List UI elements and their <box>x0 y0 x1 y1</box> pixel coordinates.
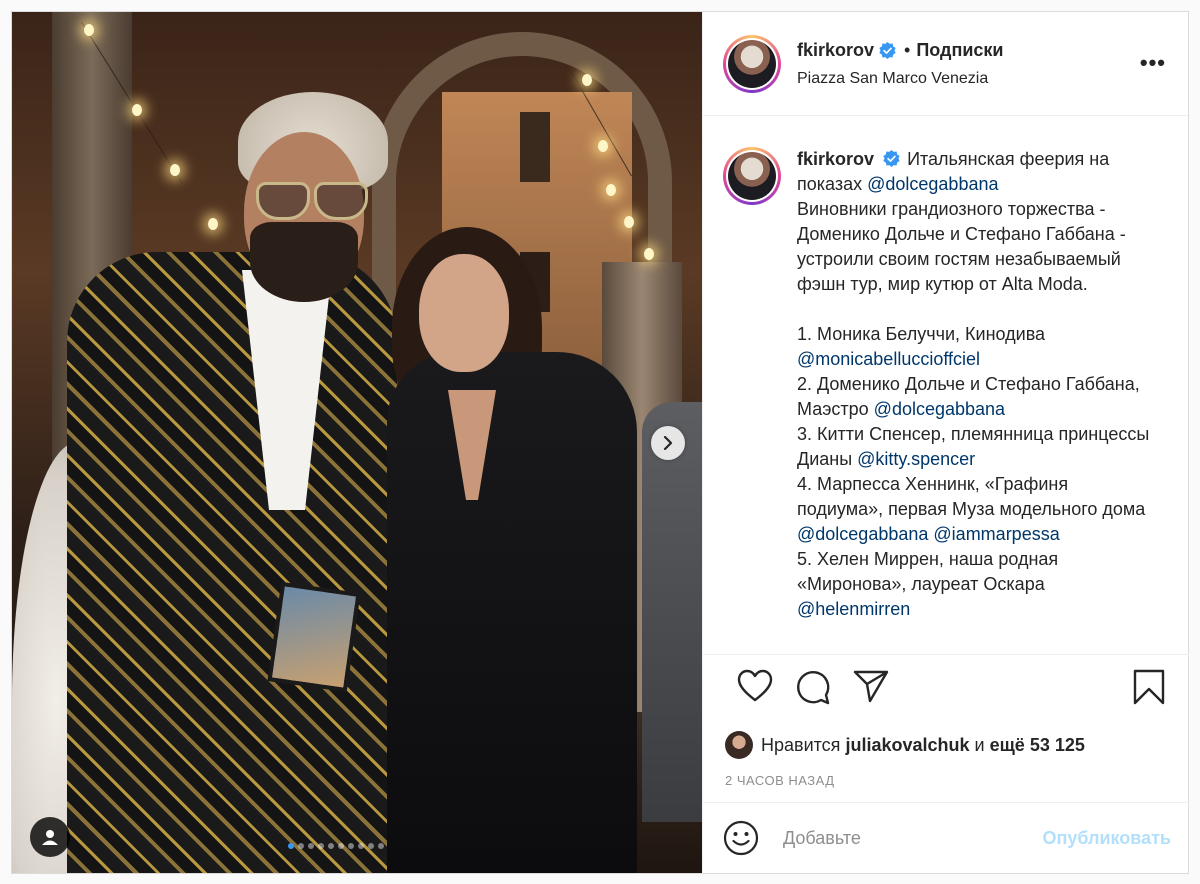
caption-paragraph: Виновники грандиозного торжества - Домен… <box>797 199 1126 294</box>
caption-text: fkirkorov Итальянская феерия на показах … <box>797 147 1157 653</box>
caption-list-item: 3. Китти Спенсер, племянница принцессы Д… <box>797 424 1150 469</box>
liker-avatar[interactable] <box>725 731 753 759</box>
mention-link[interactable]: @helenmirren <box>797 599 910 619</box>
post-header: fkirkorov • Подписки Piazza San Marco Ve… <box>703 12 1188 116</box>
share-icon[interactable] <box>853 669 889 703</box>
likes-summary: Нравится juliakovalchuk и ещё 53 125 <box>725 731 1085 759</box>
following-button[interactable]: Подписки <box>916 40 1003 61</box>
instagram-post: fkirkorov • Подписки Piazza San Marco Ve… <box>11 11 1189 874</box>
bookmark-icon[interactable] <box>1133 669 1165 705</box>
carousel-dot <box>348 843 354 849</box>
header-separator: • <box>904 39 911 60</box>
chevron-right-icon <box>663 436 673 450</box>
mention-link[interactable]: @dolcegabbana <box>867 174 998 194</box>
carousel-indicator <box>288 843 384 849</box>
post-photo[interactable] <box>12 12 702 873</box>
likes-count[interactable]: ещё 53 125 <box>990 735 1085 756</box>
caption: fkirkorov Итальянская феерия на показах … <box>703 117 1189 653</box>
location-link[interactable]: Piazza San Marco Venezia <box>797 70 1004 88</box>
tagged-users-button[interactable] <box>30 817 70 857</box>
mention-link[interactable]: @dolcegabbana <box>797 524 928 544</box>
emoji-icon[interactable] <box>723 820 759 856</box>
user-icon <box>42 830 58 845</box>
publish-button[interactable]: Опубликовать <box>1042 828 1171 849</box>
carousel-dot <box>338 843 344 849</box>
carousel-dot <box>368 843 374 849</box>
carousel-dot <box>308 843 314 849</box>
username-link[interactable]: fkirkorov <box>797 40 874 61</box>
verified-badge-icon <box>883 150 900 167</box>
caption-list-item: 1. Моника Белуччи, Кинодива @monicabellu… <box>797 324 1046 369</box>
post-actions: Нравится juliakovalchuk и ещё 53 125 2 Ч… <box>703 654 1189 824</box>
comment-icon[interactable] <box>795 669 831 705</box>
verified-badge-icon <box>879 41 896 59</box>
mention-link[interactable]: @iammarpessa <box>933 524 1059 544</box>
carousel-dot <box>298 843 304 849</box>
caption-username[interactable]: fkirkorov <box>797 149 874 169</box>
mention-link[interactable]: @monicabelluccioffciel <box>797 349 980 369</box>
liker-username[interactable]: juliakovalchuk <box>845 735 969 756</box>
caption-list-item: 5. Хелен Миррен, наша родная «Миронова»,… <box>797 549 1059 619</box>
caption-list-item: 2. Доменико Дольче и Стефано Габбана, Ма… <box>797 374 1140 419</box>
photo-scene <box>12 12 702 873</box>
carousel-dot <box>288 843 294 849</box>
comment-input[interactable] <box>783 827 1043 849</box>
caption-list-item: 4. Марпесса Хеннинк, «Графиня подиума», … <box>797 474 1146 544</box>
post-timestamp[interactable]: 2 ЧАСОВ НАЗАД <box>725 773 835 788</box>
comment-bar: Опубликовать <box>703 802 1189 873</box>
mention-link[interactable]: @dolcegabbana <box>874 399 1005 419</box>
next-photo-button[interactable] <box>651 426 685 460</box>
heart-icon[interactable] <box>737 669 773 703</box>
mention-link[interactable]: @kitty.spencer <box>857 449 975 469</box>
caption-avatar[interactable] <box>723 147 781 205</box>
avatar[interactable] <box>723 34 781 93</box>
carousel-dot <box>318 843 324 849</box>
carousel-dot <box>378 843 384 849</box>
carousel-dot <box>328 843 334 849</box>
carousel-dot <box>358 843 364 849</box>
more-options-button[interactable]: ••• <box>1140 52 1166 74</box>
post-sidebar: fkirkorov • Подписки Piazza San Marco Ve… <box>702 12 1189 873</box>
